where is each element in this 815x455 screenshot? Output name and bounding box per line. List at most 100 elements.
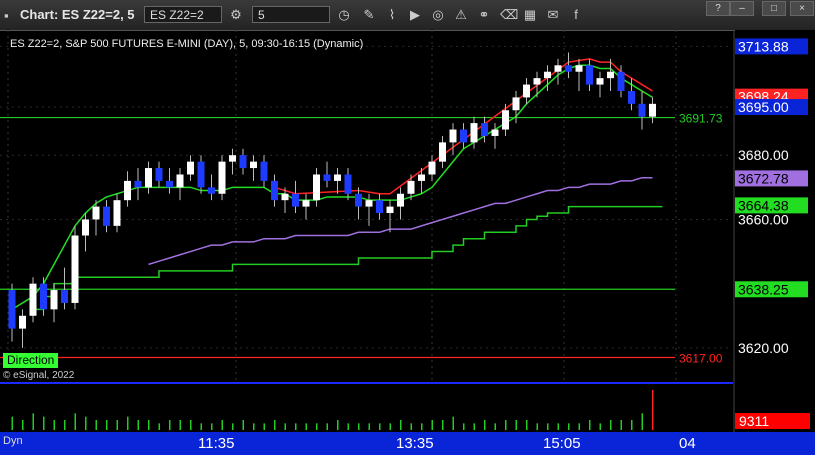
volume-bar [494,423,496,430]
volume-bar [515,420,517,430]
volume-bar [253,423,255,430]
candle-body [61,290,68,303]
volume-bar [221,420,223,430]
volume-bar [368,423,370,430]
pane-divider [0,382,733,384]
volume-bar [358,423,360,430]
volume-bar [53,420,55,430]
candle-body [481,123,488,136]
candle-body [103,206,110,226]
settings-icon[interactable]: ⚙ [228,7,244,23]
direction-badge[interactable]: Direction [3,353,59,368]
volume-bar [95,420,97,430]
candle-body [218,161,226,194]
volume-bar [505,420,507,430]
link-icon[interactable]: ⚭ [476,7,492,23]
volume-bar [526,420,528,430]
candle-body [208,187,215,194]
candle-body [40,283,47,310]
candle-body [155,168,163,181]
volume-bar [557,423,559,430]
time-label: 11:35 [198,435,235,452]
candle-body [281,193,289,201]
volume-bar [641,413,643,430]
close-button[interactable]: × [790,1,814,16]
green-moving-average [11,64,653,310]
volume-bar [578,423,580,430]
candle-body [302,200,310,207]
candle-body [323,174,331,181]
candle-body [197,161,205,188]
candle-body [418,174,425,181]
time-label: 13:35 [396,435,434,452]
volume-bar [158,423,160,430]
volume-bar [200,423,202,430]
candle-body [638,103,646,117]
clock-icon[interactable]: ◷ [336,7,352,23]
target-icon[interactable]: ◎ [430,7,446,23]
price-tag-label: 3664.38 [738,197,789,213]
window-menu-icon[interactable]: ▪ [4,8,9,23]
eraser-icon[interactable]: ⌫ [500,7,518,23]
candle-body [533,78,541,85]
facebook-icon[interactable]: f [568,7,584,23]
volume-bar [74,413,76,430]
candle-body [607,71,614,79]
volume-bar [568,423,570,430]
candle-body [355,193,362,207]
volume-bar [263,423,265,430]
time-label: 04 [679,435,696,452]
volume-bar [484,420,486,430]
candle-body [491,129,499,136]
pencil-icon[interactable]: ✎ [361,7,377,23]
volume-bar [127,416,129,430]
candle-body [397,193,404,207]
volume-bar [547,423,549,430]
draw-tool-icon[interactable]: ⌇ [384,7,400,23]
maximize-button[interactable]: □ [762,1,786,16]
candle-body [239,155,247,169]
stepped-level-line [33,205,663,311]
candle-body [271,180,278,201]
candle-body [449,129,457,143]
price-chart[interactable]: 3691.73 3617.00 9311 3620.00 3660.00 3680.00 3… [0,30,815,432]
candle-body [50,290,58,310]
volume-tag: 9311 [739,413,769,429]
candle-body [176,174,184,188]
volume-bar [169,420,171,430]
candle-body [113,200,121,226]
volume-bar [421,423,423,430]
interval-input[interactable]: 5 [252,6,330,23]
chat-icon[interactable]: ✉ [545,7,561,23]
y-tick-label: 3620.00 [738,340,789,356]
volume-bar [610,420,612,430]
candle-body [523,84,530,98]
grid-icon[interactable]: ▦ [522,7,538,23]
price-tag-label: 3713.88 [738,38,789,54]
alert-icon[interactable]: ⚠ [453,7,469,23]
volume-bar [179,420,181,430]
play-icon[interactable]: ▶ [407,7,423,23]
volume-bar [190,420,192,430]
volume-bar [32,413,34,430]
volume-bar [326,423,328,430]
volume-bar [442,420,444,430]
volume-bar [64,420,66,430]
help-button[interactable]: ? [706,1,730,16]
candle-body [134,180,142,188]
volume-bar [347,423,349,430]
volume-bar [652,390,654,430]
volume-bar [631,420,633,430]
symbol-input[interactable]: ES Z22=2 [144,6,222,23]
title-bar: ▪ Chart: ES Z22=2, 5 ES Z22=2 ⚙ 5 ◷ ✎ ⌇ … [0,0,815,31]
time-label: 15:05 [543,435,581,452]
volume-bar [295,423,297,430]
candle-body [313,174,320,201]
dyn-label[interactable]: Dyn [3,435,23,447]
candle-body [82,219,89,236]
minimize-button[interactable]: – [730,1,754,16]
volume-bar [536,423,538,430]
candle-body [470,123,478,143]
volume-bar [22,420,24,430]
volume-bar [400,420,402,430]
